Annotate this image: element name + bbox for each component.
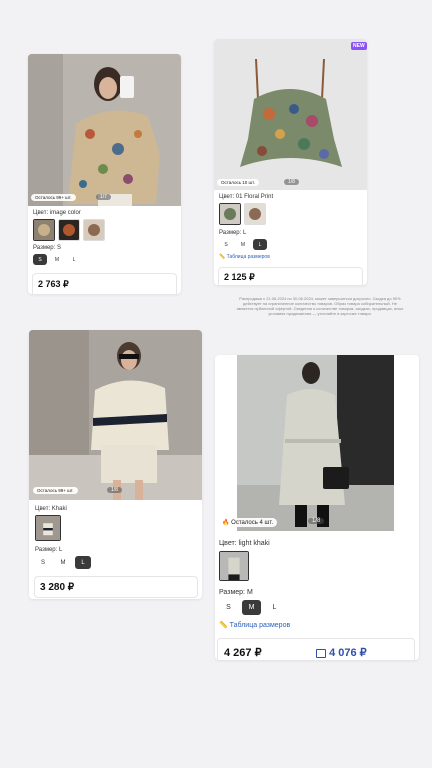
color-swatch[interactable] — [83, 219, 105, 241]
size-option-s[interactable]: S — [219, 600, 238, 615]
stock-badge: Осталось 99+ шт. — [33, 487, 78, 494]
ruler-icon: 📏 — [219, 254, 226, 260]
size-option-s[interactable]: S — [219, 239, 233, 250]
size-label: Размер: S — [33, 245, 61, 251]
size-option-m[interactable]: M — [236, 239, 250, 250]
price: 2 763 ₽ — [38, 279, 69, 289]
stock-badge: Осталось 10 шт. — [217, 179, 259, 186]
color-swatch[interactable] — [244, 203, 266, 225]
color-options — [219, 203, 266, 225]
size-label: Размер: L — [35, 547, 63, 553]
price: 4 267 ₽ — [224, 647, 262, 659]
color-swatch[interactable] — [58, 219, 80, 241]
photo-pager: 1/8 — [308, 518, 325, 524]
price: 3 280 ₽ — [40, 582, 75, 593]
price-with-discount: 4 076 ₽ — [316, 646, 367, 659]
size-option-s[interactable]: S — [33, 254, 47, 265]
color-label: Цвет: image color — [33, 210, 81, 216]
color-swatch[interactable] — [33, 219, 55, 241]
size-table-label: Таблица размеров — [229, 622, 291, 629]
size-option-m[interactable]: M — [50, 254, 64, 265]
size-selector: S M L — [35, 556, 91, 569]
color-label: Цвет: Khaki — [35, 506, 67, 512]
size-option-l[interactable]: L — [75, 556, 91, 569]
ruler-icon: 📏 — [219, 622, 228, 629]
size-label: Размер: M — [219, 589, 253, 596]
size-selector: S M L — [33, 254, 81, 265]
promo-disclaimer: Распродажа с 21.06.2024 по 30.06.2024, м… — [236, 296, 404, 316]
color-swatch[interactable] — [35, 515, 61, 541]
size-selector: S M L — [219, 600, 284, 615]
size-option-l[interactable]: L — [253, 239, 267, 250]
product-photo[interactable]: NEW Осталось 10 шт. 1/8 — [214, 39, 367, 190]
size-selector: S M L — [219, 239, 267, 250]
color-swatch[interactable] — [219, 203, 241, 225]
photo-pager: 1/8 — [107, 487, 122, 493]
size-option-m[interactable]: M — [55, 556, 71, 569]
price: 2 125 ₽ — [224, 272, 255, 282]
size-option-s[interactable]: S — [35, 556, 51, 569]
size-label: Размер: L — [219, 230, 247, 236]
size-option-l[interactable]: L — [67, 254, 81, 265]
color-options — [219, 551, 249, 581]
size-option-l[interactable]: L — [265, 600, 284, 615]
color-label: Цвет: 01 Floral Print — [219, 194, 274, 200]
photo-pager: 1/7 — [96, 194, 111, 200]
product-card-3[interactable]: Осталось 99+ шт. 1/8 Цвет: Khaki Размер:… — [29, 330, 202, 599]
photo-pager: 1/8 — [284, 179, 299, 185]
color-label: Цвет: light khaki — [219, 540, 270, 547]
product-card-4[interactable]: 1/8 🔥 Осталось 4 шт. Цвет: light khaki Р… — [215, 355, 419, 660]
product-card-2[interactable]: NEW Осталось 10 шт. 1/8 Цвет: 01 Floral … — [214, 39, 367, 285]
wallet-icon — [316, 648, 326, 658]
size-table-label: Таблица размеров — [226, 254, 270, 260]
price-alt-text: 4 076 ₽ — [329, 647, 367, 659]
fire-icon: 🔥 — [222, 520, 230, 526]
product-card-1[interactable]: Осталось 99+ шт. 1/7 Цвет: image color Р… — [28, 54, 181, 294]
new-badge: NEW — [351, 42, 367, 50]
color-swatch[interactable] — [219, 551, 249, 581]
size-table-link[interactable]: 📏 Таблица размеров — [219, 254, 270, 260]
product-photo[interactable]: Осталось 99+ шт. 1/7 — [28, 54, 181, 206]
stock-badge: Осталось 99+ шт. — [31, 194, 76, 201]
color-options — [35, 515, 61, 541]
color-options — [33, 219, 105, 241]
size-option-m[interactable]: M — [242, 600, 261, 615]
size-table-link[interactable]: 📏 Таблица размеров — [219, 621, 290, 629]
product-photo[interactable]: Осталось 99+ шт. 1/8 — [29, 330, 202, 500]
stock-badge: 🔥 Осталось 4 шт. — [218, 518, 278, 527]
product-photo[interactable]: 1/8 — [237, 355, 394, 531]
stock-text: Осталось 4 шт. — [231, 520, 274, 526]
